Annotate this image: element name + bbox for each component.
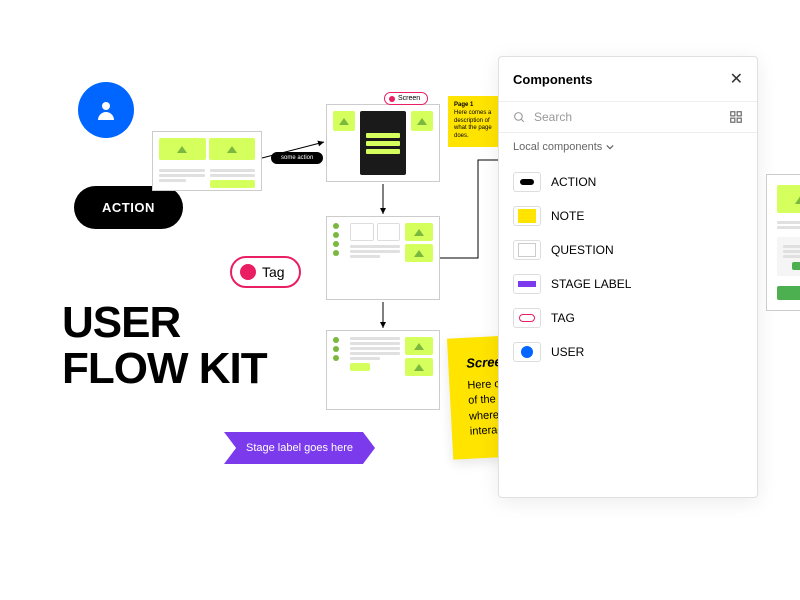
panel-title: Components <box>513 72 592 87</box>
tag-chip: Tag <box>230 256 301 288</box>
grid-view-icon[interactable] <box>729 110 743 124</box>
search-input[interactable]: Search <box>513 110 729 124</box>
close-icon[interactable]: ✕ <box>730 69 743 89</box>
components-panel: Components ✕ Search Local components ACT… <box>498 56 758 498</box>
connector-action-label: some action <box>271 152 323 164</box>
wireframe-card-1 <box>152 131 262 191</box>
chevron-down-icon <box>606 143 614 151</box>
wireframe-peek-right <box>766 174 800 311</box>
wireframe-card-3 <box>326 216 440 300</box>
wireframe-card-4 <box>326 330 440 410</box>
wireframe-card-2 <box>326 104 440 182</box>
sticky-note-small: Page 1 Here comes a description of what … <box>448 96 504 147</box>
component-item-question[interactable]: QUESTION <box>499 233 757 267</box>
user-avatar-icon <box>78 82 134 138</box>
panel-section-header[interactable]: Local components <box>499 133 757 161</box>
component-item-user[interactable]: USER <box>499 335 757 369</box>
component-item-note[interactable]: NOTE <box>499 199 757 233</box>
tag-dot-icon <box>240 264 256 280</box>
component-item-stage-label[interactable]: STAGE LABEL <box>499 267 757 301</box>
search-icon <box>513 111 526 124</box>
component-item-action[interactable]: ACTION <box>499 165 757 199</box>
tag-label: Tag <box>262 264 285 280</box>
stage-label-arrow: Stage label goes here <box>224 432 375 464</box>
component-item-tag[interactable]: TAG <box>499 301 757 335</box>
page-title: USER FLOW KIT <box>62 300 267 392</box>
small-tag-chip: Screen <box>384 92 428 105</box>
